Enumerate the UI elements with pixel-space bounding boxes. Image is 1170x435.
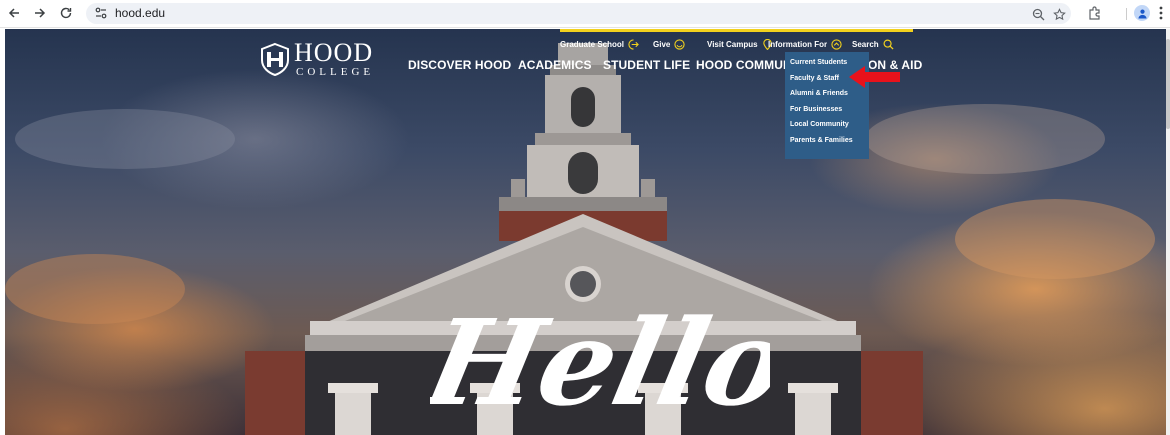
util-give[interactable]: Give [653, 39, 685, 50]
page-scrollbar[interactable] [1166, 29, 1170, 435]
nav-discover-hood[interactable]: DISCOVER HOOD [408, 58, 511, 72]
forward-arrow-icon[interactable] [31, 4, 49, 22]
back-arrow-icon[interactable] [5, 4, 23, 22]
menu-item-parents-families[interactable]: Parents & Families [785, 133, 869, 149]
util-search[interactable]: Search [852, 39, 894, 50]
util-label: Information For [768, 40, 828, 49]
logo-name-bottom: COLLEGE [296, 66, 375, 78]
chevron-up-circle-icon [831, 39, 842, 50]
more-vert-icon[interactable] [1152, 4, 1170, 22]
smile-circle-icon [674, 39, 685, 50]
profile-icon[interactable] [1133, 4, 1151, 22]
shield-icon [261, 42, 289, 76]
address-bar[interactable]: hood.edu [86, 3, 1071, 24]
util-graduate-school[interactable]: Graduate School [560, 39, 639, 50]
puzzle-icon[interactable] [1086, 4, 1104, 22]
nav-academics[interactable]: ACADEMICS [518, 58, 592, 72]
browser-toolbar: hood.edu [0, 0, 1170, 28]
url-text[interactable]: hood.edu [115, 6, 165, 21]
reload-icon[interactable] [57, 4, 75, 22]
logo-name-top: HOOD [294, 38, 374, 67]
menu-item-alumni-friends[interactable]: Alumni & Friends [785, 86, 869, 102]
util-label: Visit Campus [707, 40, 758, 49]
util-information-for[interactable]: Information For [768, 39, 842, 50]
star-icon[interactable] [1051, 6, 1067, 22]
util-label: Graduate School [560, 40, 625, 49]
util-label: Give [653, 40, 671, 49]
annotation-arrow-icon [849, 66, 900, 88]
util-label: Search [852, 40, 879, 49]
nav-student-life[interactable]: STUDENT LIFE [603, 58, 690, 72]
util-visit-campus[interactable]: Visit Campus [707, 39, 773, 50]
hero-banner: Hello [5, 29, 1166, 435]
arrow-right-circle-icon [628, 39, 639, 50]
search-icon [883, 39, 894, 50]
menu-item-for-businesses[interactable]: For Businesses [785, 102, 869, 118]
svg-text:Hello: Hello [430, 294, 770, 432]
menu-item-local-community[interactable]: Local Community [785, 117, 869, 133]
hero-hello-text: Hello [430, 294, 770, 432]
hood-college-logo[interactable]: HOOD COLLEGE [258, 40, 378, 80]
toolbar-divider [1126, 8, 1127, 20]
scrollbar-thumb[interactable] [1166, 39, 1170, 129]
nav-hood-community[interactable]: HOOD COMMUNI [696, 58, 795, 72]
utility-nav: Graduate School Give Visit Campus Inform… [560, 29, 913, 52]
tune-icon[interactable] [94, 6, 108, 20]
zoom-icon[interactable] [1030, 6, 1046, 22]
